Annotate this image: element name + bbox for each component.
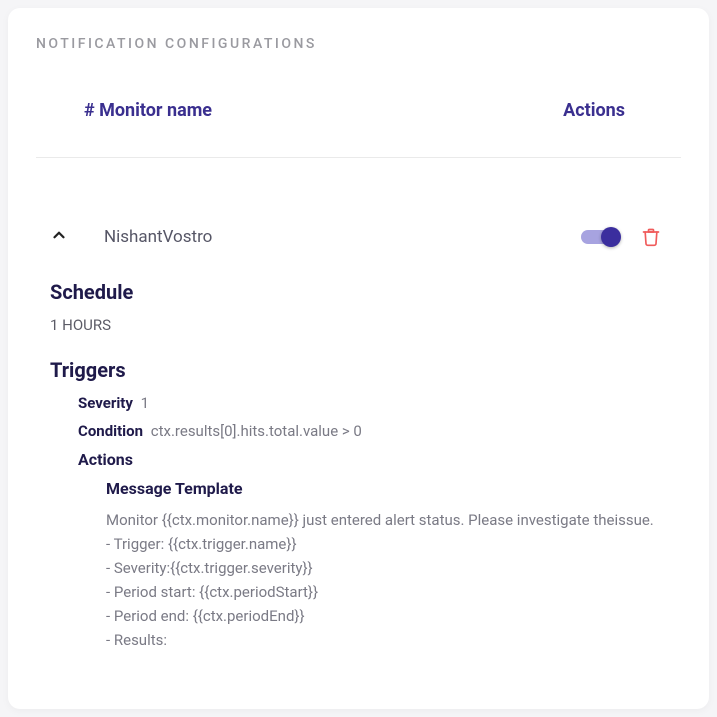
- monitor-name: NishantVostro: [104, 227, 581, 247]
- actions-heading: Actions: [78, 450, 667, 469]
- column-monitor-name: # Monitor name: [84, 100, 212, 121]
- condition-row: Condition ctx.results[0].hits.total.valu…: [78, 422, 667, 440]
- column-actions: Actions: [563, 100, 625, 121]
- table-header: # Monitor name Actions: [36, 52, 681, 158]
- schedule-heading: Schedule: [50, 280, 667, 304]
- severity-value: 1: [141, 394, 149, 412]
- severity-label: Severity: [78, 394, 133, 412]
- triggers-block: Severity 1 Condition ctx.results[0].hits…: [50, 394, 667, 652]
- condition-label: Condition: [78, 422, 143, 440]
- message-template-heading: Message Template: [106, 479, 667, 498]
- schedule-section: Schedule 1 HOURS Triggers Severity 1 Con…: [36, 280, 681, 652]
- toggle-knob: [601, 227, 621, 247]
- triggers-heading: Triggers: [50, 358, 667, 382]
- condition-value: ctx.results[0].hits.total.value > 0: [151, 422, 362, 440]
- message-template-body: Monitor {{ctx.monitor.name}} just entere…: [106, 508, 667, 652]
- monitor-row: NishantVostro: [36, 184, 681, 276]
- delete-button[interactable]: [641, 227, 661, 247]
- chevron-up-icon[interactable]: [50, 226, 68, 248]
- severity-row: Severity 1: [78, 394, 667, 412]
- schedule-value: 1 HOURS: [50, 316, 667, 334]
- enable-toggle[interactable]: [581, 230, 617, 244]
- scroll-region[interactable]: NishantVostro Schedule 1 HOURS Triggers …: [8, 184, 709, 709]
- card-title: NOTIFICATION CONFIGURATIONS: [8, 36, 709, 52]
- notification-config-card: NOTIFICATION CONFIGURATIONS # Monitor na…: [8, 8, 709, 709]
- actions-block: Message Template Monitor {{ctx.monitor.n…: [78, 479, 667, 652]
